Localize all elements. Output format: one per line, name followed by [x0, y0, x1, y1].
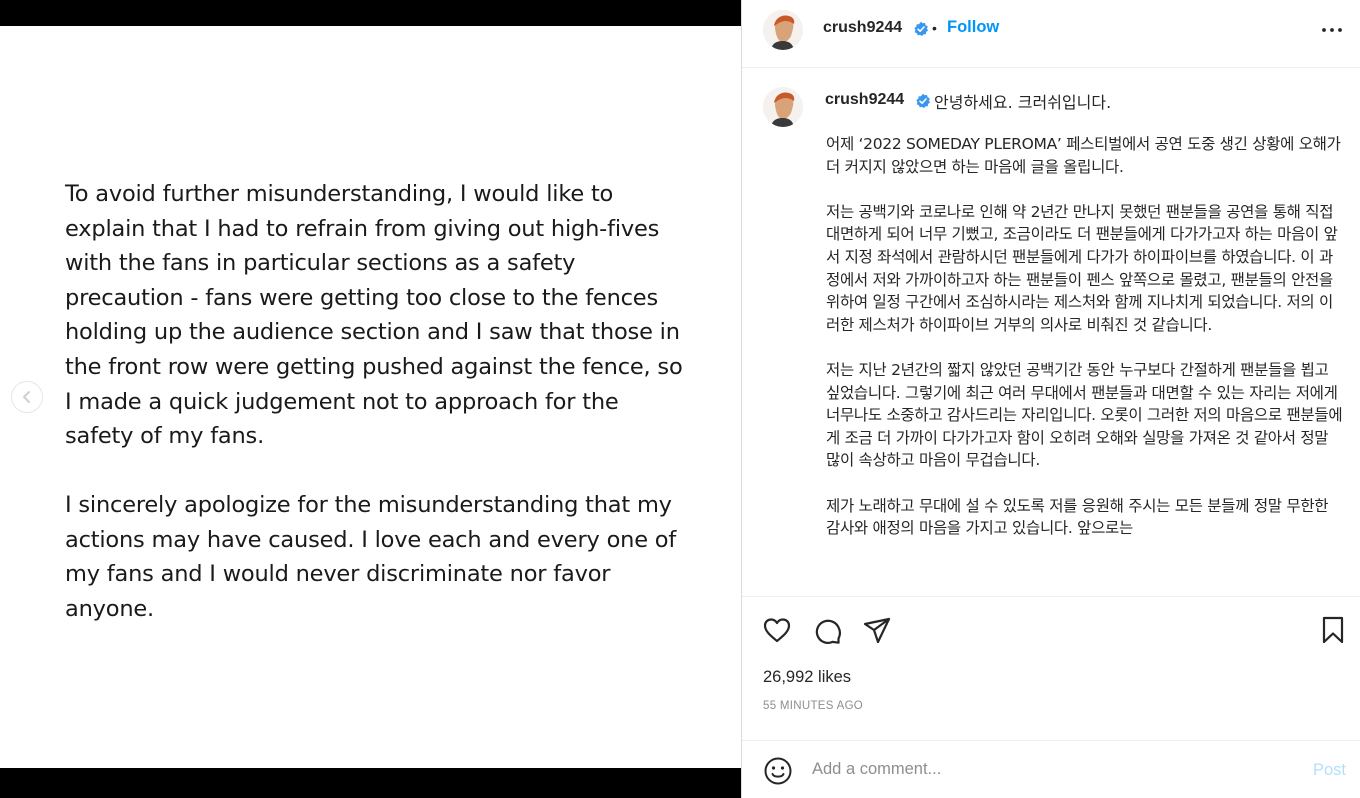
instagram-post-modal: To avoid further misunderstanding, I wou… [0, 0, 1360, 798]
post-sidebar: crush9244 • Follow crush9244 안녕하세요. 크러쉬입… [741, 0, 1360, 798]
caption-paragraph: 저는 공백기와 코로나로 인해 약 2년간 만나지 못했던 팬분들을 공연을 통… [826, 202, 1338, 334]
post-header: crush9244 • Follow [742, 0, 1360, 68]
caption-paragraph: 저는 지난 2년간의 짧지 않았던 공백기간 동안 누구보다 간절하게 팬분들을… [826, 360, 1343, 470]
caption-paragraph: 어제 ‘2022 SOMEDAY PLEROMA’ 페스티벌에서 공연 도중 생… [826, 135, 1341, 176]
caption-username[interactable]: crush9244 [825, 91, 904, 109]
media-letterbox-top [0, 0, 741, 26]
bookmark-icon[interactable] [1317, 614, 1349, 646]
avatar[interactable] [763, 10, 803, 50]
comment-input[interactable] [812, 760, 1292, 779]
media-paragraph-2: I sincerely apologize for the misunderst… [65, 492, 677, 622]
caption-scroll-area[interactable]: crush9244 안녕하세요. 크러쉬입니다. 어제 ‘2022 SOMEDA… [742, 69, 1360, 597]
smiley-icon[interactable] [763, 756, 793, 786]
comment-composer: Post [742, 740, 1360, 798]
comment-icon[interactable] [811, 614, 843, 646]
post-media: To avoid further misunderstanding, I wou… [0, 0, 741, 798]
media-paragraph-1: To avoid further misunderstanding, I wou… [65, 181, 683, 450]
avatar-image [763, 10, 803, 50]
post-timestamp[interactable]: 55 MINUTES AGO [763, 700, 863, 712]
caption-avatar[interactable] [763, 87, 803, 127]
separator-dot: • [932, 20, 937, 36]
send-icon[interactable] [861, 614, 893, 646]
caption-greeting: 안녕하세요. 크러쉬입니다. [934, 93, 1112, 112]
chevron-left-icon [23, 391, 30, 403]
verified-badge-icon [916, 93, 930, 109]
header-username[interactable]: crush9244 [823, 19, 902, 37]
verified-badge-icon [914, 21, 928, 37]
caption-body: 어제 ‘2022 SOMEDAY PLEROMA’ 페스티벌에서 공연 도중 생… [826, 133, 1346, 562]
post-button[interactable]: Post [1313, 761, 1346, 780]
previous-media-button[interactable] [11, 381, 43, 413]
avatar-image [763, 87, 803, 127]
action-bar [742, 598, 1360, 658]
more-horizontal-icon[interactable] [1320, 20, 1344, 40]
likes-count[interactable]: 26,992 likes [763, 668, 851, 687]
heart-icon[interactable] [761, 614, 793, 646]
caption-paragraph: 제가 노래하고 무대에 설 수 있도록 저를 응원해 주시는 모든 분들께 정말… [826, 496, 1329, 538]
follow-button[interactable]: Follow [947, 18, 999, 37]
media-letterbox-bottom [0, 768, 741, 798]
